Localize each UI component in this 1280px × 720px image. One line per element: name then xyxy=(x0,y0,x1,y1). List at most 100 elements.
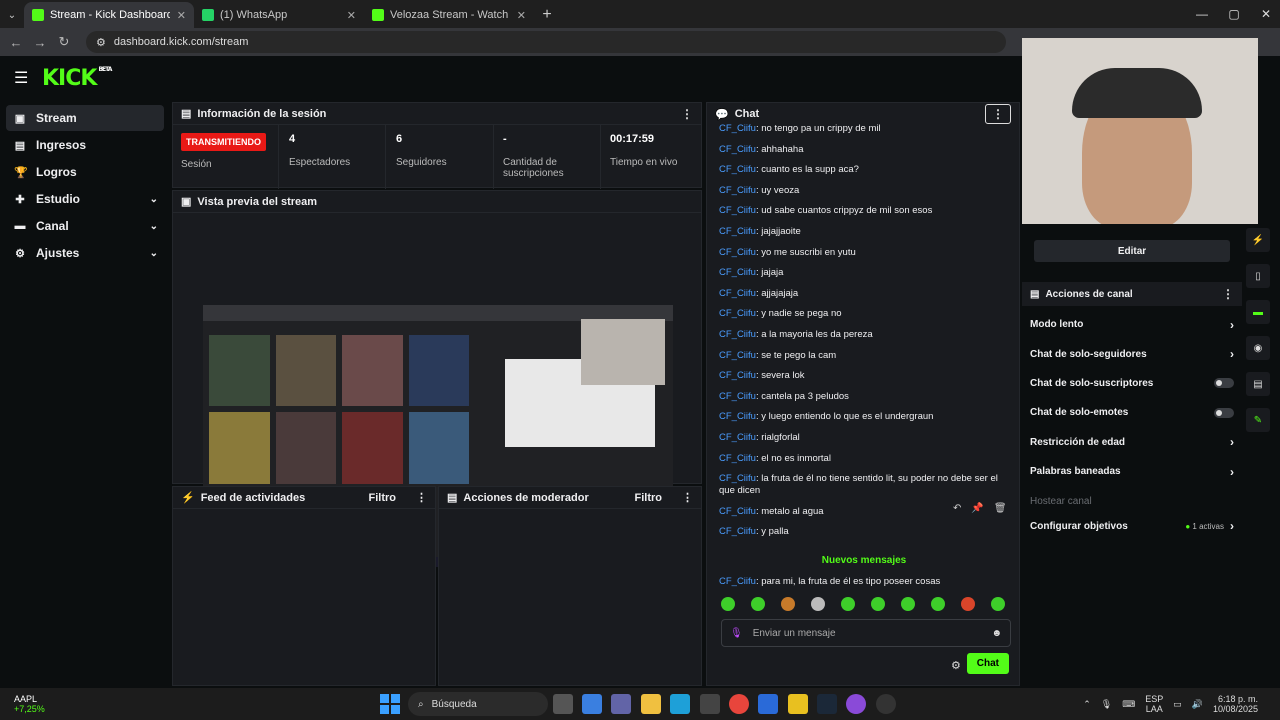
edit-button[interactable]: Editar xyxy=(1034,240,1230,262)
chat-username[interactable]: CF_Ciifu xyxy=(719,164,756,175)
chat-username[interactable]: CF_Ciifu xyxy=(719,144,756,155)
layout-icon[interactable]: ▤ xyxy=(1246,372,1270,396)
teams-icon[interactable] xyxy=(611,694,632,714)
emote-icon[interactable] xyxy=(751,597,765,611)
chat-bubble-icon[interactable]: ▬ xyxy=(1246,300,1270,324)
kick-logo[interactable]: KICK BETA xyxy=(42,66,112,91)
chat-username[interactable]: CF_Ciifu xyxy=(719,247,756,258)
emote-icon[interactable] xyxy=(901,597,915,611)
menu-icon[interactable]: ☰ xyxy=(14,68,30,88)
mic-icon[interactable]: 🎙 xyxy=(730,628,743,639)
document-icon[interactable]: ▯ xyxy=(1246,264,1270,288)
taskview-icon[interactable] xyxy=(552,694,573,714)
back-icon[interactable]: ← xyxy=(4,35,28,50)
channel-actions-options-icon[interactable]: ⋮ xyxy=(1222,287,1234,301)
chat-input[interactable]: 🎙 Enviar un mensaje ☻ xyxy=(721,619,1011,647)
bolt-icon[interactable]: ⚡ xyxy=(1246,228,1270,252)
photos-icon[interactable] xyxy=(758,694,779,714)
activity-filter-button[interactable]: Filtro xyxy=(369,492,397,504)
channel-action-item[interactable]: Restricción de edad › xyxy=(1022,428,1242,457)
taskbar-search[interactable]: ⌕ Búsqueda xyxy=(408,692,548,716)
channel-action-item[interactable]: Chat de solo-suscriptores xyxy=(1022,369,1242,398)
delete-icon[interactable]: 🗑 xyxy=(994,503,1007,514)
sidebar-item-logros[interactable]: 🏆 Logros xyxy=(6,159,164,185)
emoji-icon[interactable]: ☻ xyxy=(991,628,1002,639)
goals-item[interactable]: Configurar objetivos ● 1 activas › xyxy=(1022,512,1242,541)
send-chat-button[interactable]: Chat xyxy=(966,653,1009,674)
chat-username[interactable]: CF_Ciifu xyxy=(719,123,756,134)
store-icon[interactable] xyxy=(699,694,720,714)
chat-username[interactable]: CF_Ciifu xyxy=(719,432,756,443)
sidebar-item-estudio[interactable]: ✚ Estudio ⌄ xyxy=(6,186,164,212)
chat-username[interactable]: CF_Ciifu xyxy=(719,185,756,196)
tab-list-button[interactable]: ⌄ xyxy=(0,2,24,28)
broadcast-icon[interactable]: ◉ xyxy=(1246,336,1270,360)
reload-icon[interactable]: ↻ xyxy=(52,34,76,50)
language-indicator[interactable]: ESP LAA xyxy=(1145,694,1163,714)
reply-icon[interactable]: ↶ xyxy=(953,503,961,514)
chat-username[interactable]: CF_Ciifu xyxy=(719,473,756,484)
chat-username[interactable]: CF_Ciifu xyxy=(719,526,756,537)
chat-username[interactable]: CF_Ciifu xyxy=(719,288,756,299)
emote-icon[interactable] xyxy=(811,597,825,611)
channel-action-item[interactable]: Modo lento › xyxy=(1022,310,1242,339)
edge-icon[interactable] xyxy=(670,694,691,714)
emote-icon[interactable] xyxy=(781,597,795,611)
url-field[interactable]: ⚙ dashboard.kick.com/stream xyxy=(86,31,1006,53)
notes-icon[interactable] xyxy=(787,694,808,714)
sidebar-item-ajustes[interactable]: ⚙ Ajustes ⌄ xyxy=(6,240,164,266)
more-options-icon[interactable]: ⋮ xyxy=(681,107,693,121)
chrome-profile-icon[interactable] xyxy=(846,694,867,714)
chat-username[interactable]: CF_Ciifu xyxy=(719,391,756,402)
pin-icon[interactable]: 📌 xyxy=(971,503,983,514)
stock-widget[interactable]: AAPL +7,25% xyxy=(14,694,84,714)
maximize-icon[interactable]: ▢ xyxy=(1218,0,1250,28)
steam-icon[interactable] xyxy=(817,694,838,714)
browser-tab[interactable]: (1) WhatsApp ✕ xyxy=(194,2,364,28)
chrome-icon[interactable] xyxy=(728,694,749,714)
close-tab-icon[interactable]: ✕ xyxy=(517,9,526,22)
emote-icon[interactable] xyxy=(991,597,1005,611)
chat-username[interactable]: CF_Ciifu xyxy=(719,267,756,278)
forward-icon[interactable]: → xyxy=(28,35,52,50)
chevron-up-icon[interactable]: ⌃ xyxy=(1083,699,1091,710)
sidebar-item-canal[interactable]: ▬ Canal ⌄ xyxy=(6,213,164,239)
keyboard-icon[interactable]: ⌨ xyxy=(1122,699,1135,710)
site-info-icon[interactable]: ⚙ xyxy=(96,36,106,49)
new-tab-button[interactable]: + xyxy=(534,2,560,28)
channel-action-item[interactable]: Palabras baneadas › xyxy=(1022,457,1242,486)
toggle-switch[interactable] xyxy=(1214,407,1234,418)
volume-icon[interactable]: 🔊 xyxy=(1192,699,1203,710)
channel-action-item[interactable]: Chat de solo-emotes xyxy=(1022,398,1242,427)
chat-settings-icon[interactable]: ⚙ xyxy=(951,659,961,672)
sidebar-item-stream[interactable]: ▣ Stream xyxy=(6,105,164,131)
chat-username[interactable]: CF_Ciifu xyxy=(719,205,756,216)
chat-username[interactable]: CF_Ciifu xyxy=(719,411,756,422)
moderator-filter-button[interactable]: Filtro xyxy=(635,492,663,504)
close-tab-icon[interactable]: ✕ xyxy=(177,9,186,22)
chat-options-icon[interactable]: ⋮ xyxy=(985,104,1011,124)
clock[interactable]: 6:18 p. m. 10/08/2025 xyxy=(1213,694,1258,714)
browser-tab[interactable]: Velozaa Stream - Watch Live on ✕ xyxy=(364,2,534,28)
emote-icon[interactable] xyxy=(871,597,885,611)
explorer-icon[interactable] xyxy=(640,694,661,714)
sidebar-item-ingresos[interactable]: ▤ Ingresos xyxy=(6,132,164,158)
close-window-icon[interactable]: ✕ xyxy=(1250,0,1280,28)
browser-tab[interactable]: Stream - Kick Dashboard ✕ xyxy=(24,2,194,28)
mic-tray-icon[interactable]: 🎙 xyxy=(1101,699,1112,710)
emote-icon[interactable] xyxy=(931,597,945,611)
chat-username[interactable]: CF_Ciifu xyxy=(719,350,756,361)
network-icon[interactable]: ▭ xyxy=(1173,699,1182,710)
emote-icon[interactable] xyxy=(721,597,735,611)
chat-username[interactable]: CF_Ciifu xyxy=(719,453,756,464)
chat-username[interactable]: CF_Ciifu xyxy=(719,370,756,381)
copilot-icon[interactable] xyxy=(582,694,603,714)
obs-icon[interactable] xyxy=(875,694,896,714)
minimize-icon[interactable]: — xyxy=(1186,0,1218,28)
windows-start-icon[interactable] xyxy=(380,694,400,714)
chat-username[interactable]: CF_Ciifu xyxy=(719,329,756,340)
chat-username[interactable]: CF_Ciifu xyxy=(719,226,756,237)
activity-options-icon[interactable]: ⋮ xyxy=(416,491,427,504)
moderator-options-icon[interactable]: ⋮ xyxy=(682,491,693,504)
chat-username[interactable]: CF_Ciifu xyxy=(719,506,756,517)
